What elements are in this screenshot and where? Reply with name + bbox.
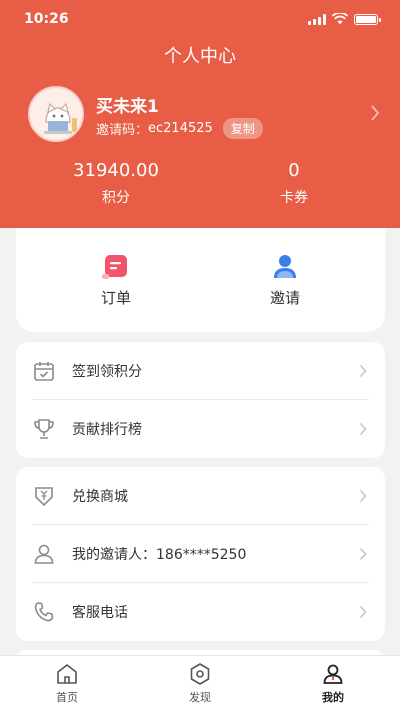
chevron-right-icon <box>359 547 367 561</box>
invite-code-label: 邀请码： <box>96 123 149 138</box>
tab-label: 首页 <box>56 691 78 704</box>
points-value: 31940.00 <box>73 160 159 181</box>
trophy-icon <box>34 419 54 439</box>
menu-item-my-inviter[interactable]: 我的邀请人：186****5250 <box>16 525 385 583</box>
chevron-right-icon <box>359 605 367 619</box>
status-bar: 10:26 <box>0 0 400 40</box>
chevron-right-icon[interactable] <box>370 104 380 122</box>
profile-icon <box>323 664 343 684</box>
tab-label: 我的 <box>322 691 344 704</box>
person-icon <box>34 544 54 564</box>
menu-item-exchange-mall[interactable]: 兑换商城 <box>16 467 385 525</box>
orders-label: 订单 <box>100 289 131 307</box>
menu-item-label: 兑换商城 <box>72 489 128 505</box>
chevron-right-icon <box>359 364 367 378</box>
battery-icon <box>354 13 381 25</box>
tab-mine[interactable]: 我的 <box>293 662 373 705</box>
chevron-right-icon <box>359 489 367 503</box>
points-stat[interactable]: 31940.00 积分 <box>16 160 216 207</box>
quick-actions-card: 订单 邀请 <box>16 228 385 332</box>
home-icon <box>57 664 77 684</box>
invite-code-value: ec214525 <box>148 121 213 136</box>
wifi-icon <box>332 13 348 25</box>
menu-item-label: 我的邀请人：186****5250 <box>72 547 247 563</box>
discover-icon <box>190 663 210 685</box>
invite-button[interactable]: 邀请 <box>225 252 345 308</box>
status-time: 10:26 <box>24 11 69 27</box>
menu-item-leaderboard[interactable]: 贡献排行榜 <box>16 400 385 458</box>
coupons-stat[interactable]: 0 卡券 <box>194 160 394 207</box>
user-name: 买未来1 <box>96 97 159 117</box>
phone-icon <box>34 602 54 622</box>
menu-group-2: 兑换商城 我的邀请人：186****5250 客服电话 <box>16 467 385 641</box>
tab-home[interactable]: 首页 <box>27 662 107 705</box>
signal-icon <box>308 13 326 25</box>
cat-avatar-icon <box>30 88 82 140</box>
status-icons <box>308 13 381 25</box>
tab-bar: 首页 发现 我的 <box>0 655 400 710</box>
invite-label: 邀请 <box>269 289 300 307</box>
tab-discover[interactable]: 发现 <box>160 662 240 705</box>
coupons-value: 0 <box>288 160 300 181</box>
invite-code-row: 邀请码： ec214525 复制 <box>96 118 263 139</box>
menu-item-label: 签到领积分 <box>72 364 142 380</box>
avatar[interactable] <box>28 86 84 142</box>
orders-button[interactable]: 订单 <box>56 252 176 308</box>
tab-label: 发现 <box>189 691 211 704</box>
exchange-mall-icon <box>35 487 53 507</box>
menu-item-customer-service[interactable]: 客服电话 <box>16 583 385 641</box>
coupons-label: 卡券 <box>280 190 308 206</box>
copy-button[interactable]: 复制 <box>222 118 263 139</box>
order-icon <box>102 255 127 279</box>
page-title: 个人中心 <box>164 46 236 67</box>
calendar-check-icon <box>34 362 54 381</box>
profile-header: 10:26 个人中心 买未来1 邀请码： ec214525 复制 31940.0… <box>0 0 400 228</box>
chevron-right-icon <box>359 422 367 436</box>
menu-item-label: 客服电话 <box>72 605 128 621</box>
menu-item-checkin[interactable]: 签到领积分 <box>16 342 385 400</box>
invite-user-icon <box>274 255 296 278</box>
points-label: 积分 <box>102 190 130 206</box>
menu-item-label: 贡献排行榜 <box>72 422 142 438</box>
menu-group-1: 签到领积分 贡献排行榜 <box>16 342 385 458</box>
